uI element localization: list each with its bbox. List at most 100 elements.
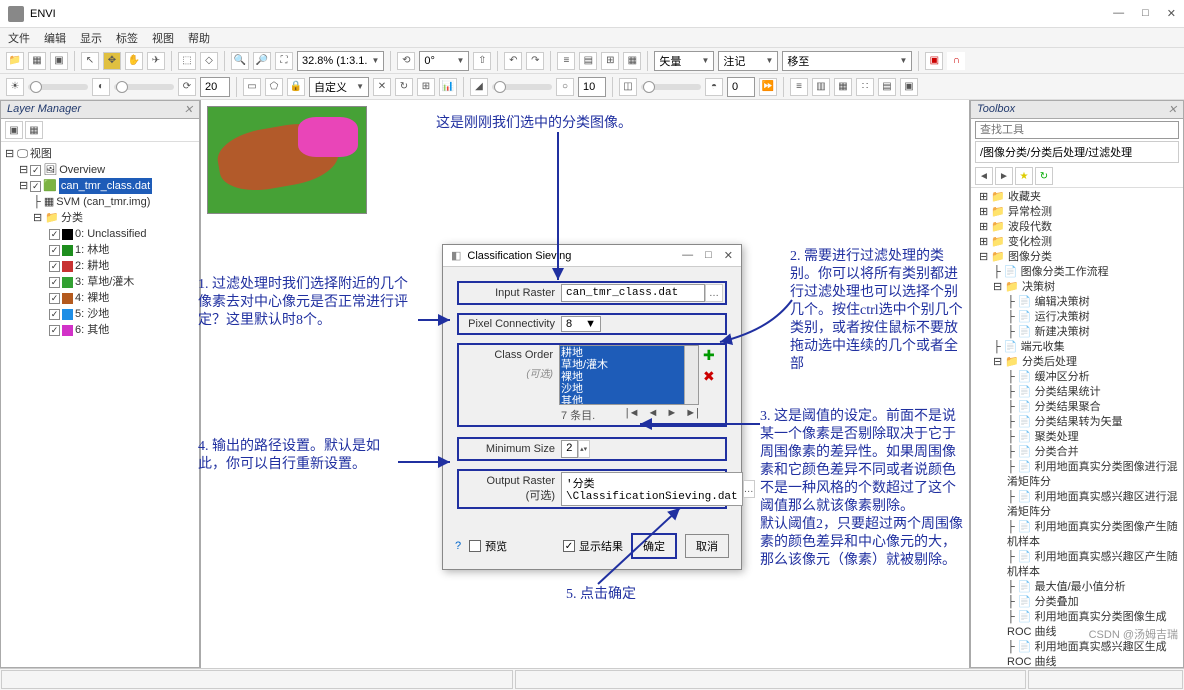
- menu-label[interactable]: 标签: [116, 30, 138, 45]
- move-down-icon[interactable]: ►: [666, 407, 677, 423]
- play-icon[interactable]: ⏩: [759, 78, 777, 96]
- x3-icon[interactable]: ▦: [834, 78, 852, 96]
- misc4-icon[interactable]: ▦: [623, 52, 641, 70]
- misc2-icon[interactable]: ▤: [579, 52, 597, 70]
- num3-field[interactable]: 0: [727, 77, 755, 97]
- min-size-field[interactable]: 2: [561, 440, 578, 458]
- num1-field[interactable]: 20: [200, 77, 230, 97]
- roi-rect-icon[interactable]: ▭: [243, 78, 261, 96]
- vector-dropdown[interactable]: 矢量▼: [654, 51, 714, 71]
- layer-tool-1-icon[interactable]: ▣: [5, 121, 23, 139]
- hist-icon[interactable]: 📊: [439, 78, 457, 96]
- misc3-icon[interactable]: ⊞: [601, 52, 619, 70]
- data-mgr-icon[interactable]: ▦: [28, 52, 46, 70]
- dialog-min-icon[interactable]: —: [682, 249, 693, 262]
- remove-class-icon[interactable]: ✖: [703, 368, 715, 385]
- crosshair-icon[interactable]: ✥: [103, 52, 121, 70]
- output-browse-icon[interactable]: …: [743, 480, 755, 498]
- vertex-icon[interactable]: ◇: [200, 52, 218, 70]
- t1-icon[interactable]: ✕: [373, 78, 391, 96]
- chip-icon[interactable]: ▣: [50, 52, 68, 70]
- x5-icon[interactable]: ▤: [878, 78, 896, 96]
- refresh-icon[interactable]: ↻: [395, 78, 413, 96]
- listbox-scrollbar[interactable]: [684, 346, 698, 404]
- tb-refresh-icon[interactable]: ↻: [1035, 167, 1053, 185]
- swipe-slider[interactable]: [641, 84, 701, 90]
- swipe-icon[interactable]: ◫: [619, 78, 637, 96]
- add-class-icon[interactable]: ✚: [703, 347, 715, 364]
- t3-icon[interactable]: ⊞: [417, 78, 435, 96]
- stop-icon[interactable]: ∩: [947, 52, 965, 70]
- pixel-conn-select[interactable]: 8▼: [561, 316, 601, 332]
- window-max[interactable]: □: [1142, 7, 1149, 20]
- layer-mgr-close-icon[interactable]: ✕: [184, 103, 193, 116]
- x1-icon[interactable]: ≡: [790, 78, 808, 96]
- record-icon[interactable]: ▣: [925, 52, 943, 70]
- pan-icon[interactable]: ✋: [125, 52, 143, 70]
- rotate-icon[interactable]: ⟲: [397, 52, 415, 70]
- contrast-icon[interactable]: ◐: [92, 78, 110, 96]
- zoomout-icon[interactable]: 🔎: [253, 52, 271, 70]
- misc1-icon[interactable]: ≡: [557, 52, 575, 70]
- dialog-close-icon[interactable]: ✕: [724, 249, 733, 262]
- tb-fav-icon[interactable]: ★: [1015, 167, 1033, 185]
- sharpen-icon[interactable]: ◢: [470, 78, 488, 96]
- x6-icon[interactable]: ▣: [900, 78, 918, 96]
- roi-lock-icon[interactable]: 🔒: [287, 78, 305, 96]
- zoom-combo[interactable]: 32.8% (1:3.1.▼: [297, 51, 384, 71]
- sharpen-slider[interactable]: [492, 84, 552, 90]
- redo-icon[interactable]: ↷: [526, 52, 544, 70]
- toolbox-tree[interactable]: ⊞ 📁 收藏夹⊞ 📁 异常检测⊞ 📁 波段代数⊞ 📁 变化检测⊟ 📁 图像分类├…: [971, 188, 1183, 667]
- toolbox-search-input[interactable]: [975, 121, 1179, 139]
- zoomin-icon[interactable]: 🔍: [231, 52, 249, 70]
- menu-view[interactable]: 视图: [152, 30, 174, 45]
- rotation-combo[interactable]: 0°▼: [419, 51, 469, 71]
- cancel-button[interactable]: 取消: [685, 534, 729, 558]
- drop-icon[interactable]: ○: [556, 78, 574, 96]
- roi-poly-icon[interactable]: ⬠: [265, 78, 283, 96]
- cursor-icon[interactable]: ↖: [81, 52, 99, 70]
- layer-tree[interactable]: ⊟ 🖵 视图⊟ ✓ 🖼 Overview⊟ ✓ 🟩 can_tmr_class.…: [1, 142, 199, 342]
- brightness-slider[interactable]: [28, 84, 88, 90]
- menu-display[interactable]: 显示: [80, 30, 102, 45]
- toolbox-close-icon[interactable]: ✕: [1168, 103, 1177, 116]
- x4-icon[interactable]: ∷: [856, 78, 874, 96]
- blend-icon[interactable]: ◓: [705, 78, 723, 96]
- goto-dropdown[interactable]: 移至▼: [782, 51, 912, 71]
- fly-icon[interactable]: ✈: [147, 52, 165, 70]
- preview-checkbox[interactable]: 预览: [469, 538, 507, 554]
- window-min[interactable]: —: [1113, 7, 1124, 20]
- move-bottom-icon[interactable]: ►|: [685, 407, 699, 423]
- x2-icon[interactable]: ▥: [812, 78, 830, 96]
- menu-help[interactable]: 帮助: [188, 30, 210, 45]
- min-size-stepper[interactable]: ▴▾: [578, 440, 590, 458]
- layer-tool-2-icon[interactable]: ▦: [25, 121, 43, 139]
- contrast-slider[interactable]: [114, 84, 174, 90]
- select-icon[interactable]: ⬚: [178, 52, 196, 70]
- input-raster-field[interactable]: can_tmr_class.dat: [561, 284, 705, 302]
- move-up-icon[interactable]: ◄: [647, 407, 658, 423]
- whirl-icon[interactable]: ⟳: [178, 78, 196, 96]
- tb-back-icon[interactable]: ◄: [975, 167, 993, 185]
- menu-file[interactable]: 文件: [8, 30, 30, 45]
- annotation-dropdown[interactable]: 注记▼: [718, 51, 778, 71]
- input-raster-browse-icon[interactable]: …: [705, 284, 723, 302]
- stretch-mode[interactable]: 自定义▼: [309, 77, 369, 97]
- overview-thumbnail[interactable]: [207, 106, 367, 214]
- zoomext-icon[interactable]: ⛶: [275, 52, 293, 70]
- num2-field[interactable]: 10: [578, 77, 606, 97]
- menu-edit[interactable]: 编辑: [44, 30, 66, 45]
- help-icon[interactable]: ?: [455, 540, 461, 552]
- show-result-checkbox[interactable]: ✓显示结果: [563, 538, 623, 554]
- ok-button[interactable]: 确定: [631, 533, 677, 559]
- tb-fwd-icon[interactable]: ►: [995, 167, 1013, 185]
- undo-icon[interactable]: ↶: [504, 52, 522, 70]
- dialog-max-icon[interactable]: □: [705, 249, 712, 262]
- window-close[interactable]: ✕: [1167, 7, 1176, 20]
- class-order-listbox[interactable]: 耕地草地/灌木裸地沙地其他: [559, 345, 699, 405]
- move-top-icon[interactable]: |◄: [626, 407, 640, 423]
- brightness-icon[interactable]: ☀: [6, 78, 24, 96]
- northup-icon[interactable]: ⇧: [473, 52, 491, 70]
- open-icon[interactable]: 📁: [6, 52, 24, 70]
- output-raster-field[interactable]: '分类\ClassificationSieving.dat: [561, 472, 743, 506]
